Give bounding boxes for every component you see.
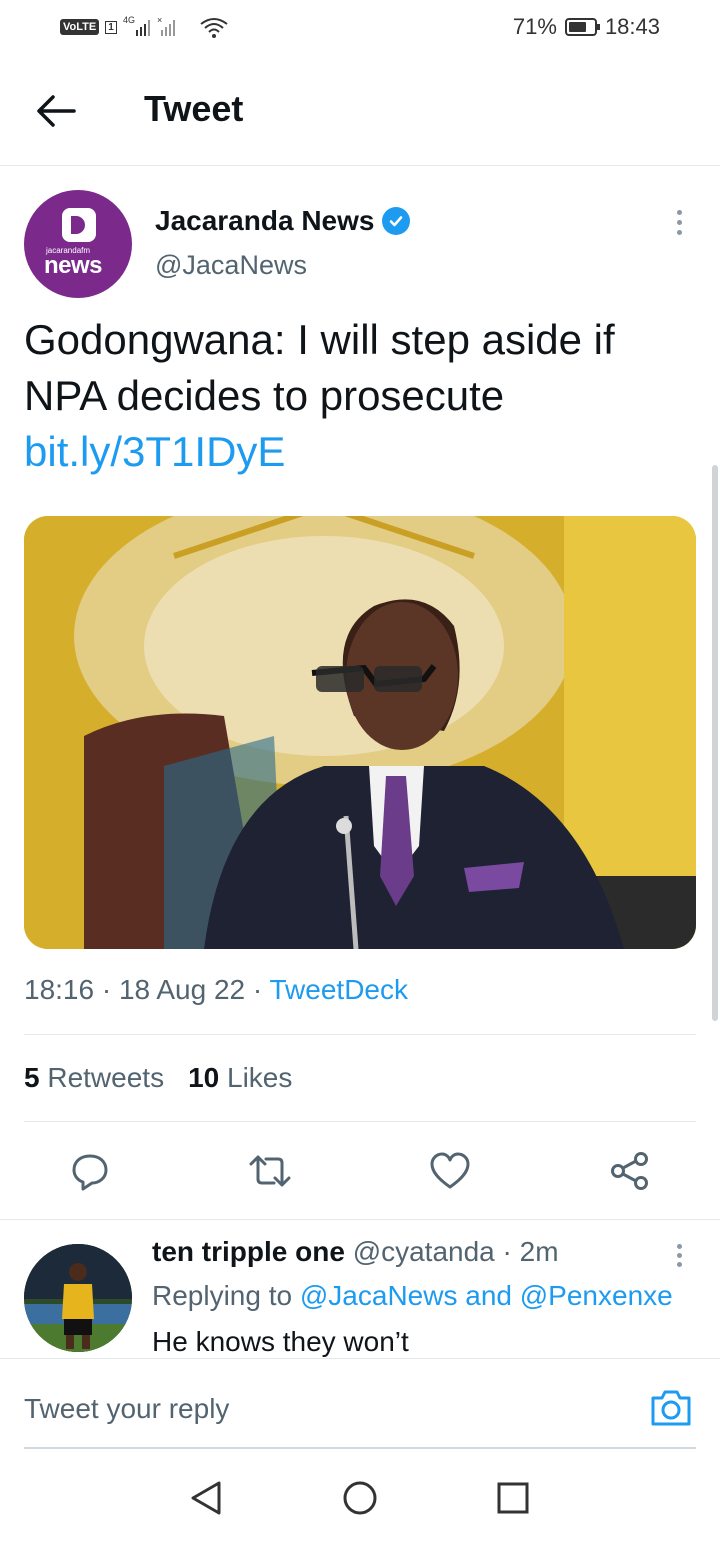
tweet-text: Godongwana: I will step aside if NPA dec… <box>24 316 615 419</box>
composer-underline <box>24 1447 696 1449</box>
likes-label: Likes <box>227 1062 293 1093</box>
meta-separator: · <box>252 974 270 1005</box>
meta-separator: · <box>101 974 119 1005</box>
nav-back-button[interactable] <box>186 1478 226 1518</box>
tweet-metadata: 18:16 · 18 Aug 22 · TweetDeck <box>24 974 408 1006</box>
tweet-stats: 5 Retweets 10 Likes <box>24 1062 292 1094</box>
clock: 18:43 <box>604 14 660 39</box>
status-bar: VoLTE 1 4G × 71% 18:43 <box>0 0 720 56</box>
likes-count: 10 <box>188 1062 220 1093</box>
wifi-icon <box>200 18 228 38</box>
heart-icon <box>430 1152 470 1189</box>
circle-home-icon <box>343 1481 377 1515</box>
cellular-signal-icon: 4G × <box>123 15 175 36</box>
more-dot <box>676 1261 682 1267</box>
scrollbar[interactable] <box>712 465 718 1021</box>
tweet-date: 18 Aug 22 <box>118 974 246 1005</box>
triangle-back-icon <box>191 1481 221 1515</box>
sim-indicator: 1 <box>105 20 117 34</box>
battery-icon <box>564 18 600 36</box>
author-name[interactable]: Jacaranda News <box>155 205 411 237</box>
mention-link[interactable]: @Penxenxe <box>520 1280 673 1311</box>
more-dot <box>676 219 682 225</box>
tweet-client[interactable]: TweetDeck <box>269 974 408 1005</box>
page-title: Tweet <box>144 88 244 129</box>
like-button[interactable] <box>427 1148 473 1194</box>
reply-more-options-button[interactable] <box>664 1240 694 1270</box>
author-avatar[interactable]: jacarandafm news <box>24 190 132 298</box>
more-dot <box>676 1252 682 1258</box>
more-vertical-icon <box>676 1243 682 1249</box>
reply-header: ten tripple one @cyatanda · 2m <box>152 1236 559 1268</box>
nav-home-button[interactable] <box>340 1478 380 1518</box>
retweets-label: Retweets <box>47 1062 165 1093</box>
battery-percent: 71% <box>512 14 557 39</box>
network-type: 4G <box>123 15 135 25</box>
reply-avatar-photo <box>24 1244 132 1352</box>
camera-icon <box>651 1390 691 1426</box>
author-name-text: Jacaranda News <box>155 205 375 236</box>
tweet-link[interactable]: bit.ly/3T1IDyE <box>24 424 285 480</box>
svg-text:×: × <box>157 15 162 25</box>
retweets-stat[interactable]: 5 Retweets <box>24 1062 164 1094</box>
volte-indicator: VoLTE <box>60 19 100 35</box>
replying-to: Replying to @JacaNews and @Penxenxe <box>152 1280 673 1312</box>
reply-text: He knows they won’t <box>152 1326 409 1357</box>
tweet-time: 18:16 <box>24 974 95 1005</box>
top-app-bar: Tweet <box>0 56 720 166</box>
reply-author-name[interactable]: ten tripple one <box>152 1236 345 1267</box>
share-icon <box>611 1152 648 1190</box>
retweets-count: 5 <box>24 1062 40 1093</box>
camera-button[interactable] <box>648 1385 694 1431</box>
mention-conjunction: and <box>465 1280 512 1311</box>
photo-illustration <box>24 516 696 949</box>
verified-badge-icon <box>382 207 411 235</box>
divider <box>24 1121 696 1122</box>
reply-time: 2m <box>519 1236 559 1267</box>
reply-avatar[interactable] <box>24 1244 132 1352</box>
retweet-button[interactable] <box>247 1148 293 1194</box>
square-recent-icon <box>497 1482 529 1514</box>
author-handle[interactable]: @JacaNews <box>155 250 307 281</box>
retweet-icon <box>249 1155 291 1187</box>
meta-separator: · <box>502 1236 512 1267</box>
battery-fill <box>568 22 586 32</box>
more-dot <box>676 229 682 235</box>
more-options-button[interactable] <box>664 205 694 239</box>
back-button[interactable] <box>30 88 82 134</box>
replying-to-label: Replying to <box>152 1280 293 1311</box>
status-left: VoLTE 1 4G × <box>60 14 229 40</box>
reply-button[interactable] <box>67 1148 113 1194</box>
brand-logo-icon <box>62 208 96 242</box>
divider <box>24 1034 696 1035</box>
likes-stat[interactable]: 10 Likes <box>188 1062 292 1094</box>
reply-author-handle[interactable]: @cyatanda <box>353 1236 495 1267</box>
nav-recent-button[interactable] <box>493 1478 533 1518</box>
tweet-actions <box>0 1148 720 1194</box>
tweet-photo[interactable] <box>24 516 696 949</box>
divider <box>0 1219 720 1220</box>
system-navigation-bar <box>0 1450 720 1541</box>
share-button[interactable] <box>607 1148 653 1194</box>
mention-link[interactable]: @JacaNews <box>300 1280 458 1311</box>
avatar-brand-text: news <box>44 252 103 279</box>
reply-input[interactable]: Tweet your reply <box>24 1393 229 1425</box>
status-right: 71% 18:43 <box>513 14 660 40</box>
reply-composer: Tweet your reply <box>0 1358 720 1449</box>
arrow-left-icon <box>37 95 76 127</box>
reply-icon <box>72 1154 108 1191</box>
more-vertical-icon <box>676 209 682 215</box>
